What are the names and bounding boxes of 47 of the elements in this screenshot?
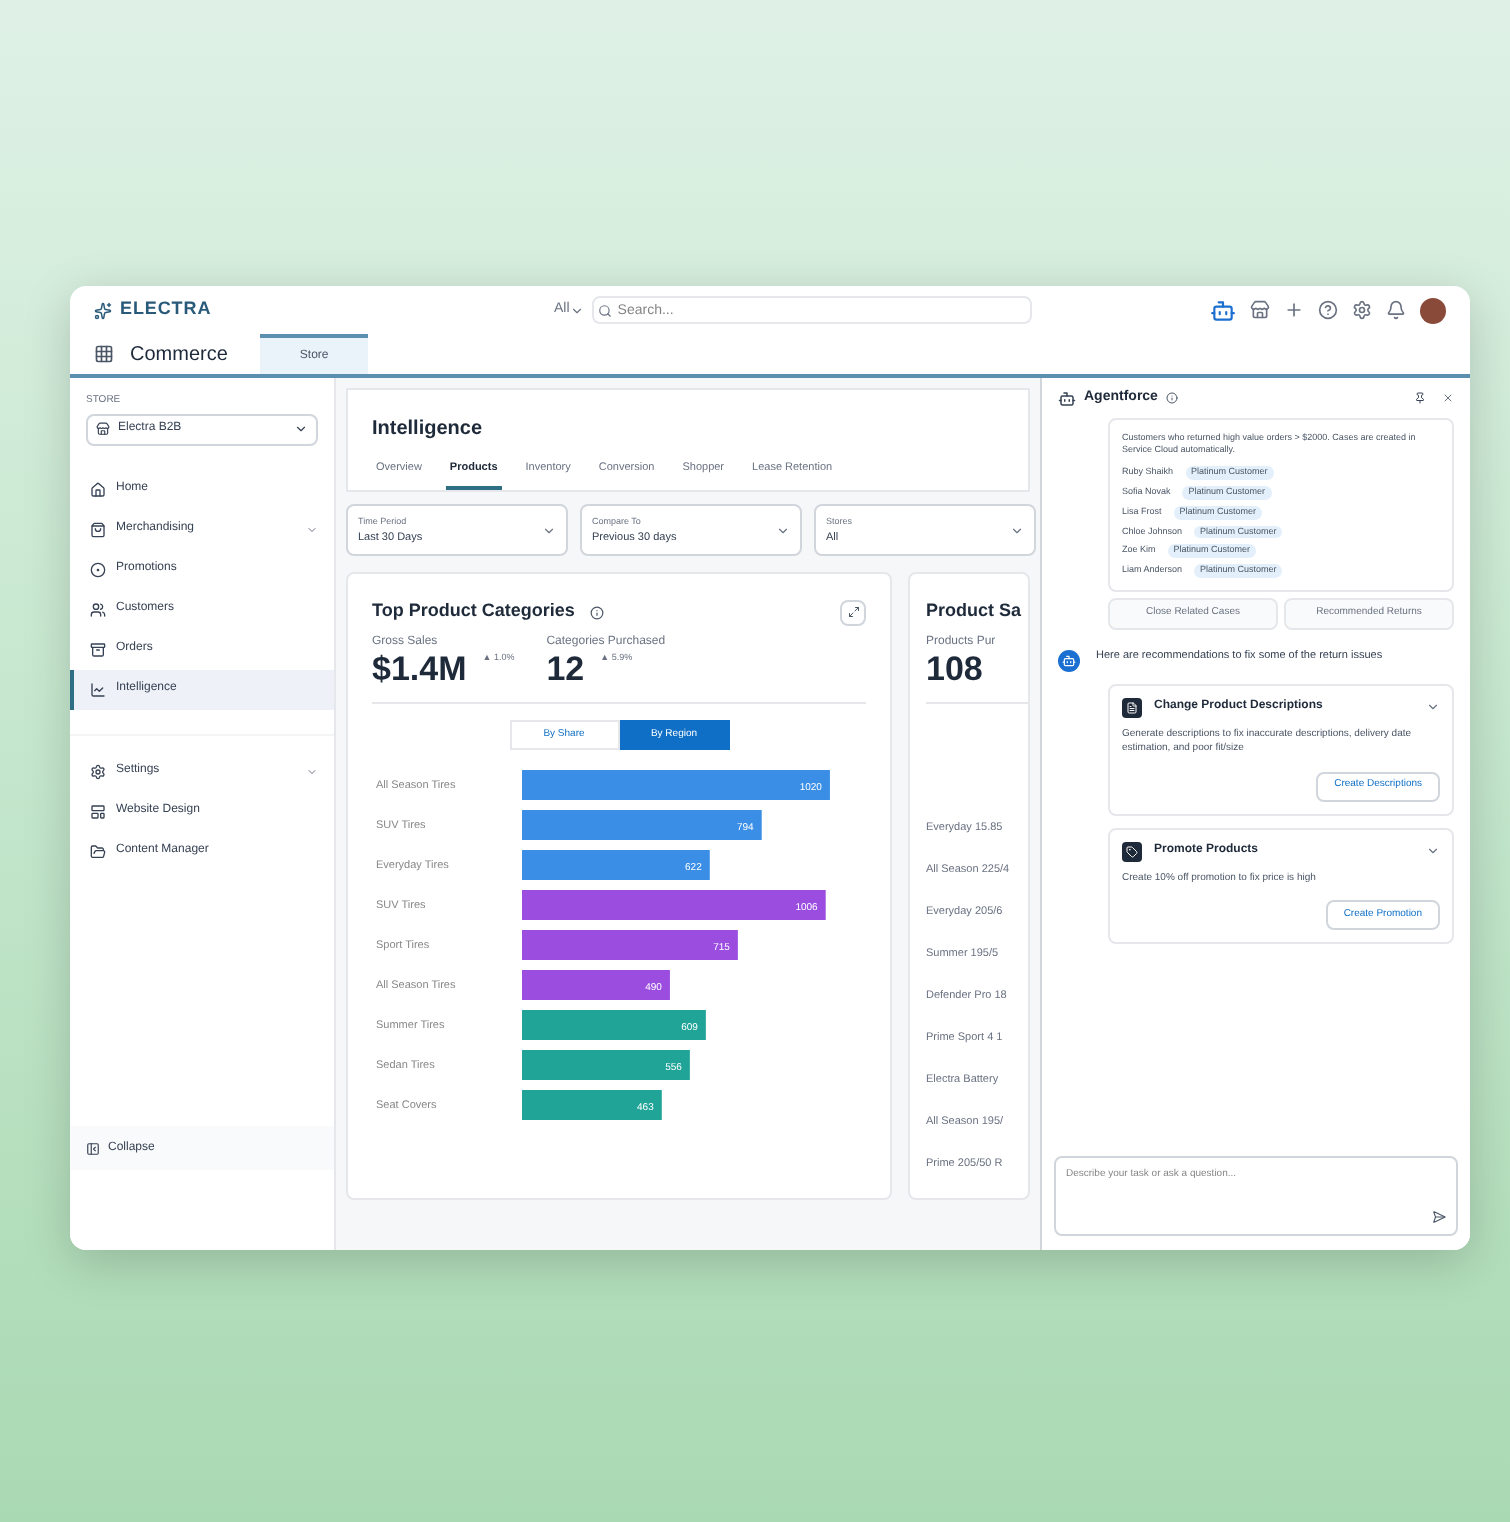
expand-button[interactable]: [840, 599, 866, 625]
metric-value: 108: [926, 651, 985, 686]
send-icon[interactable]: [1432, 1210, 1446, 1224]
chevron-icon: [306, 765, 318, 777]
caret-icon: [294, 422, 308, 436]
chart-icon: [90, 681, 106, 697]
card-title: Product Sa: [926, 598, 1024, 625]
layout-icon: [90, 803, 106, 819]
action-icon: [1122, 697, 1142, 718]
bar: [522, 1089, 662, 1120]
metric-value: $1.4M: [372, 651, 467, 686]
chevron-icon: [542, 523, 556, 538]
card-title: Top Product Categories: [372, 598, 575, 625]
chevron-icon[interactable]: [1426, 844, 1440, 858]
promo-icon: [90, 561, 106, 577]
people-icon: [90, 601, 106, 617]
orders-icon: [90, 641, 106, 657]
app-launcher-icon[interactable]: [94, 344, 114, 364]
folder-icon: [90, 843, 106, 859]
collapse-icon: [86, 1141, 100, 1155]
avatar[interactable]: [1420, 297, 1446, 323]
info-icon: [590, 605, 605, 619]
assistant-icon[interactable]: [1210, 297, 1236, 323]
action-icon: [1122, 841, 1142, 861]
logo-icon: [94, 301, 112, 319]
page-title: Intelligence: [372, 416, 485, 444]
pin-icon[interactable]: [1414, 392, 1426, 404]
caret-icon: [569, 303, 584, 317]
search-icon: [597, 303, 612, 317]
bag-icon: [90, 521, 106, 537]
chevron-icon: [776, 523, 790, 538]
add-icon[interactable]: [1284, 300, 1304, 320]
chevron-icon[interactable]: [1426, 700, 1440, 715]
notifications-icon[interactable]: [1386, 300, 1406, 320]
app-name: Commerce: [130, 341, 228, 369]
agent-icon: [1058, 389, 1076, 407]
settings-icon[interactable]: [1352, 300, 1372, 320]
metric-value: 12: [546, 651, 585, 686]
home-icon: [90, 481, 106, 497]
store-icon: [96, 422, 110, 436]
help-icon[interactable]: [1318, 300, 1338, 320]
chevron-icon: [1010, 523, 1024, 538]
info-icon: [1165, 392, 1178, 404]
logo-text: ELECTRA: [120, 296, 212, 323]
chevron-icon: [306, 523, 318, 535]
gear-icon: [90, 763, 106, 779]
close-icon[interactable]: [1442, 392, 1454, 404]
